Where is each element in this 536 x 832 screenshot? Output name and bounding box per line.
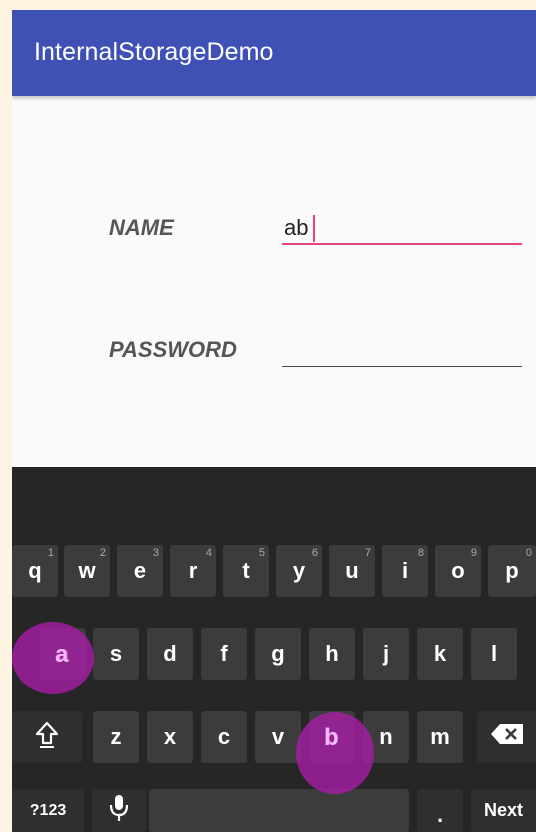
key-label: u xyxy=(345,558,359,583)
shift-key[interactable] xyxy=(12,711,82,763)
voice-input-key[interactable] xyxy=(92,789,146,832)
name-input[interactable] xyxy=(282,213,522,245)
key-t[interactable]: 5 t xyxy=(223,545,269,597)
backspace-icon xyxy=(490,723,524,751)
symbols-key[interactable]: ?123 xyxy=(12,789,84,832)
key-g[interactable]: g xyxy=(255,628,301,680)
key-label: p xyxy=(505,558,519,583)
key-label: z xyxy=(110,724,122,749)
backspace-key[interactable] xyxy=(477,711,536,763)
next-action-key[interactable]: Next xyxy=(471,789,536,832)
key-z[interactable]: z xyxy=(93,711,139,763)
key-label: n xyxy=(379,724,393,749)
key-j[interactable]: j xyxy=(363,628,409,680)
microphone-icon xyxy=(108,793,130,829)
key-label: x xyxy=(163,724,177,749)
key-x[interactable]: x xyxy=(147,711,193,763)
key-f[interactable]: f xyxy=(201,628,247,680)
key-label: Next xyxy=(483,800,523,820)
text-cursor xyxy=(313,215,315,242)
key-w[interactable]: 2 w xyxy=(64,545,110,597)
key-v[interactable]: v xyxy=(255,711,301,763)
key-hint: 3 xyxy=(152,547,159,559)
key-i[interactable]: 8 i xyxy=(382,545,428,597)
key-r[interactable]: 4 r xyxy=(170,545,216,597)
period-key[interactable]: . xyxy=(417,789,463,832)
key-label: o xyxy=(451,558,465,583)
key-label: e xyxy=(133,558,147,583)
key-m[interactable]: m xyxy=(417,711,463,763)
key-l[interactable]: l xyxy=(471,628,517,680)
key-c[interactable]: c xyxy=(201,711,247,763)
key-label: h xyxy=(325,641,339,666)
key-label: b xyxy=(325,724,339,749)
key-b[interactable]: b xyxy=(309,711,355,763)
name-label: NAME xyxy=(109,215,174,240)
key-label: s xyxy=(109,641,123,666)
key-label: r xyxy=(188,558,198,583)
key-label: f xyxy=(220,641,228,666)
key-label: j xyxy=(382,641,390,666)
key-label: c xyxy=(217,724,231,749)
key-d[interactable]: d xyxy=(147,628,193,680)
soft-keyboard: 1 q 2 w 3 e 4 r 5 t 6 y 7 u 8 i 9 o 0 p … xyxy=(12,467,536,832)
key-hint: 6 xyxy=(311,547,318,559)
key-u[interactable]: 7 u xyxy=(329,545,375,597)
key-label: ?123 xyxy=(29,801,67,819)
key-label: m xyxy=(430,724,450,749)
key-k[interactable]: k xyxy=(417,628,463,680)
phone-screen: InternalStorageDemo NAME PASSWORD 1 q 2 … xyxy=(12,10,536,832)
key-label: l xyxy=(490,641,498,666)
key-o[interactable]: 9 o xyxy=(435,545,481,597)
key-hint: 8 xyxy=(417,547,424,559)
app-title: InternalStorageDemo xyxy=(34,38,274,66)
key-e[interactable]: 3 e xyxy=(117,545,163,597)
password-label: PASSWORD xyxy=(109,337,237,362)
app-bar: InternalStorageDemo xyxy=(12,10,536,96)
spacebar-key[interactable] xyxy=(149,789,409,832)
key-hint: 2 xyxy=(99,547,106,559)
key-q[interactable]: 1 q xyxy=(12,545,58,597)
password-input[interactable] xyxy=(282,335,522,367)
key-hint: 4 xyxy=(205,547,212,559)
key-hint: 0 xyxy=(525,547,532,559)
key-label: y xyxy=(292,558,306,583)
key-y[interactable]: 6 y xyxy=(276,545,322,597)
key-a[interactable]: a xyxy=(40,628,86,680)
key-label: k xyxy=(433,641,447,666)
key-label: g xyxy=(271,641,285,666)
key-label: v xyxy=(271,724,285,749)
shift-arrow-icon xyxy=(34,720,60,754)
key-hint: 7 xyxy=(364,547,371,559)
key-hint: 1 xyxy=(47,547,54,559)
key-label: . xyxy=(436,802,444,827)
key-p[interactable]: 0 p xyxy=(488,545,536,597)
key-s[interactable]: s xyxy=(93,628,139,680)
key-label: a xyxy=(56,641,70,666)
key-h[interactable]: h xyxy=(309,628,355,680)
key-label: t xyxy=(242,558,250,583)
key-hint: 9 xyxy=(470,547,477,559)
key-label: d xyxy=(163,641,177,666)
key-label: q xyxy=(28,558,42,583)
key-label: w xyxy=(78,558,96,583)
key-label: i xyxy=(401,558,409,583)
key-hint: 5 xyxy=(258,547,265,559)
key-n[interactable]: n xyxy=(363,711,409,763)
